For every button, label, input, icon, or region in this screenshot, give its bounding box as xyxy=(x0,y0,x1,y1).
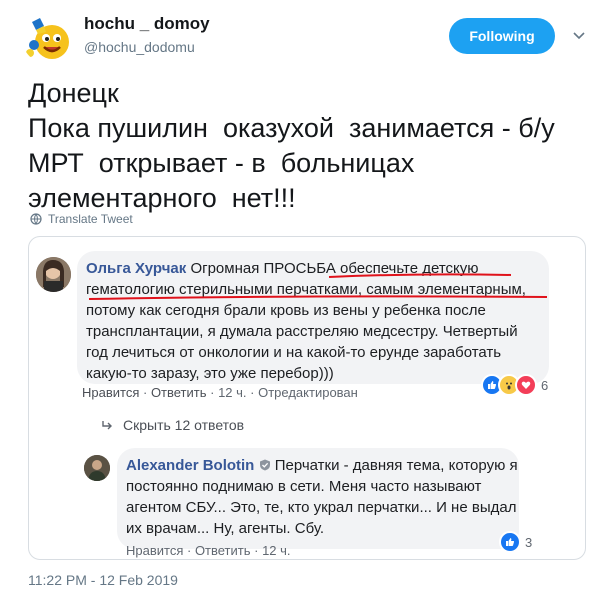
reply-author[interactable]: Alexander Bolotin xyxy=(126,457,254,474)
comment-line: трансплантации, я думала расстреляю медс… xyxy=(86,323,518,340)
display-name[interactable]: hochu _ domoy xyxy=(84,14,210,34)
globe-icon xyxy=(30,213,42,225)
user-handle[interactable]: @hochu_dodomu xyxy=(84,39,195,55)
emoji-face-avatar-icon xyxy=(26,18,69,59)
reply-reactions-summary[interactable]: 3 xyxy=(499,531,532,553)
tweet-line: Донецк xyxy=(28,78,119,108)
reply-text: Alexander Bolotin Перчатки - давняя тема… xyxy=(126,455,518,539)
tweet-text: Донецк Пока пушилин оказухой занимается … xyxy=(28,76,588,216)
shield-badge-icon xyxy=(259,459,270,471)
comment-line: год лечиться от онкологии и на какой-то … xyxy=(86,344,502,361)
reply-line: Перчатки - давняя тема, которую я xyxy=(274,457,518,474)
reply-line: агентом СБУ... Это, те, кто украл перчат… xyxy=(126,499,517,516)
comment-time[interactable]: 12 ч. xyxy=(218,385,246,400)
translate-label: Translate Tweet xyxy=(48,212,133,226)
profile-avatar[interactable] xyxy=(22,12,74,64)
reply-line: постоянно поднимаю в сети. Меня часто на… xyxy=(126,478,482,495)
hide-replies-label: Скрыть 12 ответов xyxy=(123,417,245,433)
translate-tweet-link[interactable]: Translate Tweet xyxy=(30,212,133,226)
love-reaction-icon xyxy=(515,374,537,396)
comment-actions: Нравится · Ответить · 12 ч. · Отредактир… xyxy=(82,385,358,400)
following-button[interactable]: Following xyxy=(449,18,555,54)
edited-label: Отредактирован xyxy=(258,385,358,400)
chevron-down-icon[interactable] xyxy=(568,26,590,46)
reply-time[interactable]: 12 ч. xyxy=(262,543,290,558)
reply-link[interactable]: Ответить xyxy=(195,543,251,558)
reply-line: их врачам... Ну, агенты. Сбу. xyxy=(126,520,325,537)
reply-actions: Нравится · Ответить · 12 ч. xyxy=(126,543,291,558)
like-link[interactable]: Нравится xyxy=(82,385,139,400)
tweet-timestamp[interactable]: 11:22 PM - 12 Feb 2019 xyxy=(28,572,178,588)
reply-link[interactable]: Ответить xyxy=(151,385,207,400)
reaction-count: 6 xyxy=(541,377,549,393)
like-link[interactable]: Нравится xyxy=(126,543,183,558)
red-underline-marks xyxy=(88,273,548,300)
hide-replies-link[interactable]: Скрыть 12 ответов xyxy=(101,417,244,433)
like-reaction-icon xyxy=(499,531,521,553)
reactions-summary[interactable]: 6 xyxy=(481,374,548,396)
comment-line: какую-то заразу, это уже перебор))) xyxy=(86,365,334,382)
tweet-media-image[interactable]: Ольга Хурчак Огромная ПРОСЬБА обеспечьте… xyxy=(28,236,586,560)
reply-arrow-icon xyxy=(102,421,112,430)
tweet-line: элементарного нет!!! xyxy=(28,183,296,213)
reaction-count: 3 xyxy=(525,534,533,550)
tweet-line: МРТ открывает - в больницах xyxy=(28,148,415,178)
reply-author-avatar xyxy=(84,455,110,481)
tweet-line: Пока пушилин оказухой занимается - б/у xyxy=(28,113,555,143)
